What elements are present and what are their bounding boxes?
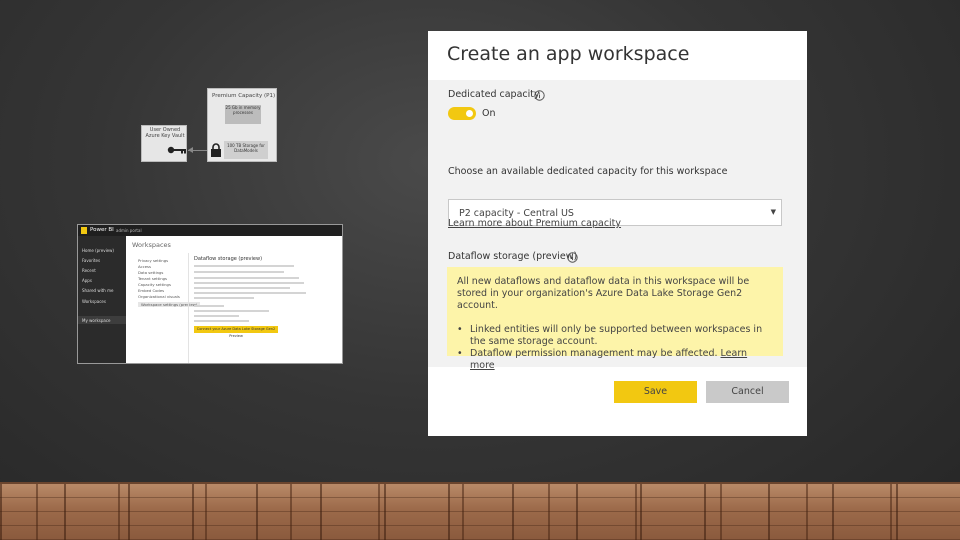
choose-capacity-label: Choose an available dedicated capacity f…: [448, 166, 728, 177]
pbi-text-line: [194, 310, 269, 312]
notice-text: All new dataflows and dataflow data in t…: [457, 276, 750, 311]
pbi-settings-item[interactable]: Privacy settings: [138, 258, 168, 263]
create-workspace-dialog: Create an app workspace Dedicated capaci…: [428, 31, 807, 436]
pbi-settings-item-selected[interactable]: Workspace settings (preview): [138, 302, 201, 307]
pbi-settings-item[interactable]: Access: [138, 264, 151, 269]
powerbi-thumbnail: Power BI admin portal Home (preview) Fav…: [77, 224, 343, 364]
cancel-button[interactable]: Cancel: [706, 381, 789, 403]
pbi-text-line: [194, 277, 299, 279]
pbi-settings-item[interactable]: Capacity settings: [138, 282, 171, 287]
pbi-breadcrumb: admin portal: [116, 228, 142, 233]
save-button[interactable]: Save: [614, 381, 697, 403]
pbi-page-title: Workspaces: [132, 241, 171, 249]
dedicated-capacity-label: Dedicated capacity: [448, 89, 540, 100]
pbi-text-line: [194, 287, 290, 289]
pbi-text-line: [194, 305, 224, 307]
lock-icon: [211, 143, 221, 157]
dialog-title: Create an app workspace: [447, 43, 690, 65]
arrow-connector: [188, 147, 208, 153]
pbi-nav-item[interactable]: Favorites: [82, 258, 100, 263]
pbi-divider: [188, 253, 189, 363]
premium-inner-box: 25 Gb in memory processes: [225, 105, 261, 124]
pbi-text-line: [194, 320, 249, 322]
pbi-nav-item[interactable]: Apps: [82, 278, 92, 283]
pbi-settings-item[interactable]: Embed Codes: [138, 288, 164, 293]
pbi-text-line: [194, 292, 306, 294]
premium-capacity-label: Premium Capacity (P1): [212, 93, 276, 99]
pbi-nav-item[interactable]: My workspace: [82, 318, 111, 323]
notice-bullet: Dataflow permission management may be af…: [457, 348, 773, 372]
pbi-nav-item[interactable]: Recent: [82, 268, 96, 273]
key-vault-label: User Owned Azure Key Vault: [145, 127, 185, 139]
pbi-settings-item[interactable]: Organizational visuals: [138, 294, 180, 299]
info-icon[interactable]: [534, 90, 545, 101]
key-icon: [167, 146, 186, 154]
info-icon[interactable]: [567, 252, 578, 263]
pbi-settings-item[interactable]: Data settings: [138, 270, 163, 275]
notice-bullet-text: Dataflow permission management may be af…: [470, 348, 718, 359]
pbi-text-line: [194, 282, 304, 284]
notice-list: Linked entities will only be supported b…: [457, 324, 773, 372]
learn-more-premium-link[interactable]: Learn more about Premium capacity: [448, 218, 621, 229]
powerbi-logo-icon: [81, 227, 87, 234]
toggle-knob: [466, 110, 473, 117]
key-vault-box: User Owned Azure Key Vault: [141, 125, 187, 162]
wood-floor: [0, 482, 960, 540]
pbi-text-line: [194, 271, 284, 273]
dedicated-capacity-toggle[interactable]: [448, 107, 476, 120]
pbi-text-line: [194, 297, 254, 299]
pbi-panel-title: Dataflow storage (preview): [194, 256, 263, 262]
dataflow-notice: All new dataflows and dataflow data in t…: [447, 267, 783, 371]
pbi-nav: Home (preview) Favorites Recent Apps Sha…: [78, 236, 126, 363]
pbi-settings-item[interactable]: Tenant settings: [138, 276, 167, 281]
dataflow-storage-label: Dataflow storage (preview): [448, 251, 578, 262]
storage-box: 100 TB Storage for DataModels: [224, 141, 268, 159]
pbi-top-bar: Power BI admin portal: [78, 225, 342, 236]
pbi-nav-item[interactable]: Shared with me: [82, 288, 113, 293]
pbi-nav-item[interactable]: Home (preview): [82, 248, 114, 253]
chevron-down-icon: ▼: [770, 208, 776, 216]
pbi-text-line: [194, 265, 294, 267]
pbi-connect-button[interactable]: Connect your Azure Data Lake Storage Gen…: [194, 326, 278, 338]
pbi-text-line: [194, 315, 239, 317]
pbi-app-name: Power BI: [90, 227, 114, 233]
pbi-nav-item[interactable]: Workspaces: [82, 299, 106, 304]
dedicated-capacity-state: On: [482, 108, 496, 119]
notice-bullet: Linked entities will only be supported b…: [457, 324, 773, 348]
dialog-header: Create an app workspace: [428, 31, 807, 80]
